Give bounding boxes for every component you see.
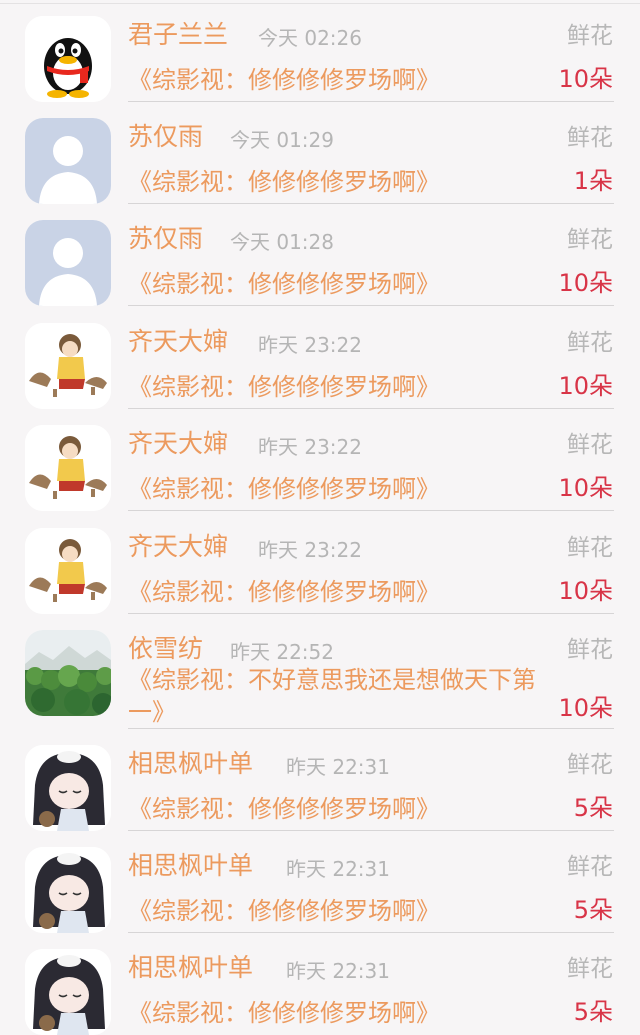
gift-time: 今天 01:28 bbox=[230, 230, 334, 254]
gift-time: 昨天 22:52 bbox=[230, 640, 334, 664]
gift-time: 今天 01:29 bbox=[230, 128, 334, 152]
gift-count: 5朵 bbox=[573, 794, 613, 822]
gift-time: 昨天 23:22 bbox=[258, 538, 362, 562]
list-item[interactable]: 苏仅雨 今天 01:29 鲜花 《综影视：修修修修罗场啊》 1朵 bbox=[0, 102, 640, 204]
sender-name[interactable]: 相思枫叶单 bbox=[128, 951, 253, 985]
list-item[interactable]: 相思枫叶单 昨天 22:31 鲜花 《综影视：修修修修罗场啊》 5朵 bbox=[0, 729, 640, 831]
gift-type: 鲜花 bbox=[567, 752, 613, 778]
anime-girl-with-deer-avatar[interactable] bbox=[25, 528, 111, 614]
gift-count: 10朵 bbox=[558, 65, 613, 93]
sender-name[interactable]: 齐天大婶 bbox=[128, 427, 228, 461]
default-user-avatar[interactable] bbox=[25, 118, 111, 204]
gift-count: 1朵 bbox=[573, 167, 613, 195]
gift-type: 鲜花 bbox=[567, 432, 613, 458]
gift-count: 5朵 bbox=[573, 896, 613, 924]
default-user-avatar[interactable] bbox=[25, 220, 111, 306]
anime-girl-with-deer-avatar[interactable] bbox=[25, 425, 111, 511]
book-title[interactable]: 《综影视：修修修修罗场啊》 bbox=[128, 997, 548, 1029]
gift-time: 昨天 23:22 bbox=[258, 333, 362, 357]
sender-name[interactable]: 齐天大婶 bbox=[128, 325, 228, 359]
book-title[interactable]: 《综影视：修修修修罗场啊》 bbox=[128, 268, 548, 300]
gift-time: 昨天 22:31 bbox=[286, 755, 390, 779]
gift-time: 昨天 23:22 bbox=[258, 435, 362, 459]
gift-type: 鲜花 bbox=[567, 637, 613, 663]
gift-type: 鲜花 bbox=[567, 956, 613, 982]
anime-sleeping-girl-avatar[interactable] bbox=[25, 949, 111, 1035]
gift-type: 鲜花 bbox=[567, 125, 613, 151]
anime-sleeping-girl-avatar[interactable] bbox=[25, 745, 111, 831]
gift-count: 10朵 bbox=[558, 474, 613, 502]
book-title[interactable]: 《综影视：修修修修罗场啊》 bbox=[128, 895, 548, 927]
sender-name[interactable]: 依雪纺 bbox=[128, 632, 203, 666]
book-title[interactable]: 《综影视：修修修修罗场啊》 bbox=[128, 793, 548, 825]
sender-name[interactable]: 齐天大婶 bbox=[128, 530, 228, 564]
row-divider bbox=[128, 510, 614, 511]
book-title[interactable]: 《综影视：修修修修罗场啊》 bbox=[128, 371, 548, 403]
gift-time: 昨天 22:31 bbox=[286, 959, 390, 983]
gift-count: 10朵 bbox=[558, 372, 613, 400]
book-title[interactable]: 《综影视：不好意思我还是想做天下第一》 bbox=[128, 664, 553, 728]
list-item[interactable]: 齐天大婶 昨天 23:22 鲜花 《综影视：修修修修罗场啊》 10朵 bbox=[0, 409, 640, 511]
sender-name[interactable]: 君子兰兰 bbox=[128, 18, 228, 52]
gift-count: 10朵 bbox=[558, 694, 613, 722]
list-item[interactable]: 依雪纺 昨天 22:52 鲜花 《综影视：不好意思我还是想做天下第一》 10朵 bbox=[0, 614, 640, 729]
gift-time: 今天 02:26 bbox=[258, 26, 362, 50]
gift-type: 鲜花 bbox=[567, 23, 613, 49]
sender-name[interactable]: 苏仅雨 bbox=[128, 120, 203, 154]
list-item[interactable]: 齐天大婶 昨天 23:22 鲜花 《综影视：修修修修罗场啊》 10朵 bbox=[0, 307, 640, 409]
list-item[interactable]: 齐天大婶 昨天 23:22 鲜花 《综影视：修修修修罗场啊》 10朵 bbox=[0, 512, 640, 614]
gift-count: 5朵 bbox=[573, 998, 613, 1026]
gift-type: 鲜花 bbox=[567, 330, 613, 356]
sender-name[interactable]: 苏仅雨 bbox=[128, 222, 203, 256]
row-divider bbox=[128, 305, 614, 306]
qq-penguin-avatar[interactable] bbox=[25, 16, 111, 102]
gift-type: 鲜花 bbox=[567, 854, 613, 880]
book-title[interactable]: 《综影视：修修修修罗场啊》 bbox=[128, 473, 548, 505]
gift-time: 昨天 22:31 bbox=[286, 857, 390, 881]
sender-name[interactable]: 相思枫叶单 bbox=[128, 747, 253, 781]
list-item[interactable]: 相思枫叶单 昨天 22:31 鲜花 《综影视：修修修修罗场啊》 5朵 bbox=[0, 831, 640, 933]
forest-landscape-avatar[interactable] bbox=[25, 630, 111, 716]
sender-name[interactable]: 相思枫叶单 bbox=[128, 849, 253, 883]
book-title[interactable]: 《综影视：修修修修罗场啊》 bbox=[128, 64, 548, 96]
gift-count: 10朵 bbox=[558, 269, 613, 297]
gift-count: 10朵 bbox=[558, 577, 613, 605]
book-title[interactable]: 《综影视：修修修修罗场啊》 bbox=[128, 576, 548, 608]
gift-type: 鲜花 bbox=[567, 227, 613, 253]
list-item[interactable]: 相思枫叶单 昨天 22:31 鲜花 《综影视：修修修修罗场啊》 5朵 bbox=[0, 933, 640, 1035]
gift-type: 鲜花 bbox=[567, 535, 613, 561]
list-item[interactable]: 苏仅雨 今天 01:28 鲜花 《综影视：修修修修罗场啊》 10朵 bbox=[0, 204, 640, 306]
book-title[interactable]: 《综影视：修修修修罗场啊》 bbox=[128, 166, 548, 198]
list-item[interactable]: 君子兰兰 今天 02:26 鲜花 《综影视：修修修修罗场啊》 10朵 bbox=[0, 0, 640, 102]
anime-girl-with-deer-avatar[interactable] bbox=[25, 323, 111, 409]
anime-sleeping-girl-avatar[interactable] bbox=[25, 847, 111, 933]
